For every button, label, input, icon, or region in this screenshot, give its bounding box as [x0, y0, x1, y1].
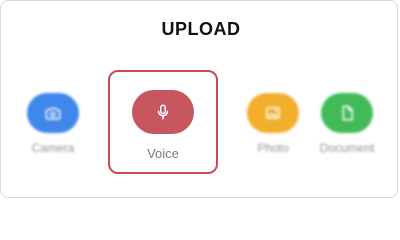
photo-pill[interactable]	[247, 93, 299, 133]
photo-option[interactable]: Photo	[233, 93, 313, 183]
voice-option-selected[interactable]: Voice	[108, 70, 218, 174]
voice-label: Voice	[147, 146, 179, 161]
document-label: Document	[319, 141, 375, 155]
camera-label: Camera	[31, 141, 75, 155]
upload-card: UPLOAD Camera Voice Photo Document	[0, 0, 398, 198]
camera-pill[interactable]	[27, 93, 79, 133]
photo-label: Photo	[257, 141, 289, 155]
document-option[interactable]: Document	[307, 93, 387, 183]
voice-pill[interactable]	[132, 90, 194, 134]
microphone-icon	[154, 103, 172, 121]
upload-options: Camera Voice Photo Document	[1, 1, 400, 201]
document-pill[interactable]	[321, 93, 373, 133]
image-icon	[264, 104, 282, 122]
camera-option[interactable]: Camera	[13, 93, 93, 183]
document-icon	[338, 104, 356, 122]
camera-icon	[44, 104, 62, 122]
